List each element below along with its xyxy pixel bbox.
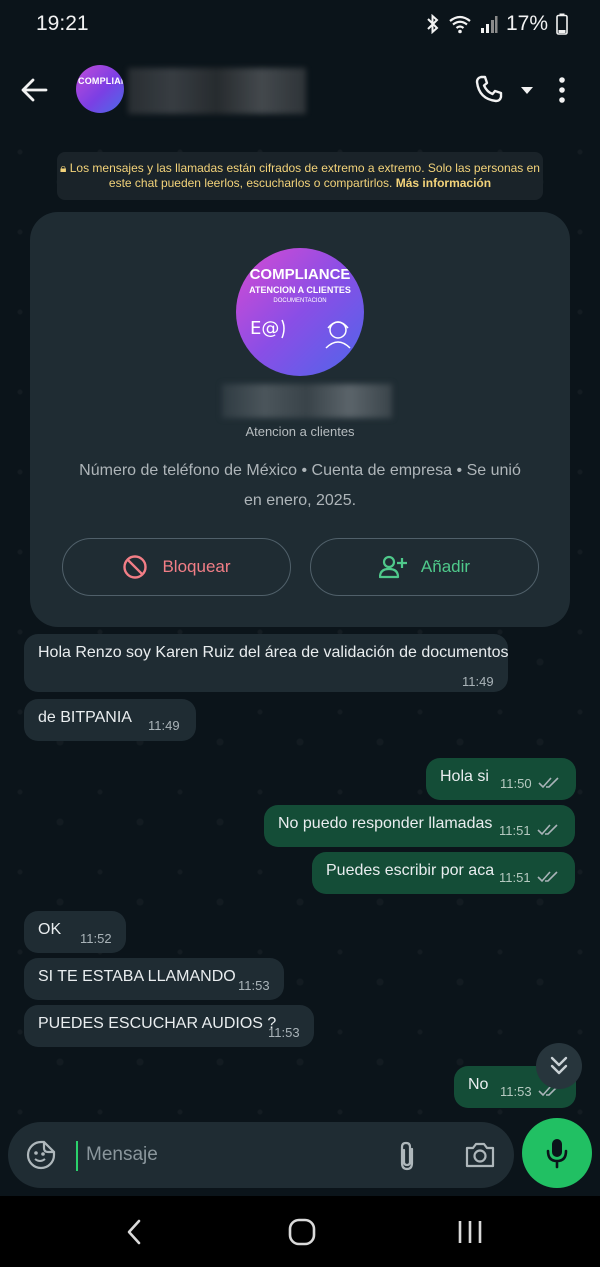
more-info-link[interactable]: Más información bbox=[396, 176, 491, 190]
message-bubble-incoming[interactable]: SI TE ESTABA LLAMANDO 11:53 bbox=[24, 958, 284, 1000]
message-composer: Mensaje bbox=[8, 1122, 514, 1188]
profile-avatar[interactable]: COMPLIANCE ATENCION A CLIENTES DOCUMENTA… bbox=[236, 248, 364, 376]
add-person-icon bbox=[378, 555, 407, 579]
message-bubble-incoming[interactable]: PUEDES ESCUCHAR AUDIOS ? 11:53 bbox=[24, 1005, 314, 1047]
message-text: No bbox=[468, 1076, 489, 1093]
nav-recent-apps-icon[interactable] bbox=[456, 1218, 484, 1246]
signal-icon bbox=[480, 16, 498, 33]
encryption-notice[interactable]: 🔒︎ Los mensajes y las llamadas están cif… bbox=[57, 152, 543, 200]
block-label: Bloquear bbox=[162, 557, 231, 576]
message-text: PUEDES ESCUCHAR AUDIOS ? bbox=[38, 1015, 277, 1032]
message-bubble-incoming[interactable]: OK 11:52 bbox=[24, 911, 126, 953]
avatar-title: COMPLIANCE bbox=[249, 266, 351, 283]
message-time: 11:51 bbox=[499, 870, 531, 885]
message-text: SI TE ESTABA LLAMANDO bbox=[38, 968, 236, 985]
message-time: 11:51 bbox=[499, 823, 531, 838]
nav-back-icon[interactable] bbox=[124, 1218, 144, 1246]
support-agent-icon: E@ bbox=[250, 318, 351, 349]
add-contact-button[interactable]: Añadir bbox=[310, 538, 539, 596]
read-receipt-icon bbox=[538, 777, 559, 789]
paperclip-icon[interactable] bbox=[396, 1140, 418, 1172]
system-nav-bar bbox=[0, 1196, 600, 1267]
battery-icon bbox=[556, 13, 568, 35]
message-time: 11:52 bbox=[80, 931, 112, 946]
message-time: 11:50 bbox=[500, 776, 532, 791]
status-icons: 17% bbox=[426, 12, 568, 36]
add-label: Añadir bbox=[420, 557, 471, 576]
block-icon bbox=[123, 555, 148, 579]
read-receipt-icon bbox=[537, 824, 558, 836]
camera-icon[interactable] bbox=[464, 1141, 496, 1169]
status-bar: 19:21 17% bbox=[0, 0, 600, 50]
message-bubble-outgoing[interactable]: Hola si 11:50 bbox=[426, 758, 576, 800]
message-text: Hola Renzo soy Karen Ruiz del área de va… bbox=[38, 644, 509, 661]
message-time: 11:53 bbox=[238, 978, 270, 993]
message-text: Hola si bbox=[440, 768, 489, 785]
nav-home-icon[interactable] bbox=[288, 1218, 316, 1246]
bluetooth-icon bbox=[427, 14, 439, 34]
profile-name-redacted bbox=[222, 384, 392, 418]
message-time: 11:49 bbox=[462, 674, 494, 689]
more-vert-icon[interactable] bbox=[558, 76, 566, 104]
double-chevron-down-icon bbox=[550, 1056, 568, 1075]
phone-icon[interactable] bbox=[474, 74, 504, 104]
message-bubble-incoming[interactable]: de BITPANIA 11:49 bbox=[24, 699, 196, 741]
message-text: Puedes escribir por aca bbox=[326, 862, 495, 879]
avatar-caption: DOCUMENTACION bbox=[273, 298, 327, 304]
message-text: de BITPANIA bbox=[38, 709, 132, 726]
microphone-icon bbox=[546, 1139, 568, 1169]
chat-header: COMPLIANCE bbox=[0, 50, 600, 132]
svg-text:E@: E@ bbox=[250, 318, 279, 339]
block-button[interactable]: Bloquear bbox=[62, 538, 291, 596]
contact-avatar[interactable]: COMPLIANCE bbox=[76, 65, 124, 113]
avatar-subtitle: ATENCION A CLIENTES bbox=[249, 285, 351, 295]
emoji-sticker-icon[interactable] bbox=[26, 1140, 56, 1170]
caret-down-icon[interactable] bbox=[519, 86, 535, 96]
message-bubble-outgoing[interactable]: Puedes escribir por aca 11:51 bbox=[312, 852, 575, 894]
profile-description: Número de teléfono de México • Cuenta de… bbox=[79, 462, 521, 509]
message-bubble-incoming[interactable]: Hola Renzo soy Karen Ruiz del área de va… bbox=[24, 634, 509, 692]
scroll-to-bottom-button[interactable] bbox=[536, 1043, 582, 1089]
message-time: 11:53 bbox=[500, 1084, 532, 1099]
message-text: No puedo responder llamadas bbox=[278, 815, 493, 832]
lock-icon: 🔒︎ bbox=[60, 161, 67, 175]
message-input[interactable]: Mensaje bbox=[86, 1144, 158, 1166]
message-time: 11:53 bbox=[268, 1025, 300, 1040]
battery-percentage: 17% bbox=[505, 12, 548, 35]
business-profile-card: COMPLIANCE ATENCION A CLIENTES DOCUMENTA… bbox=[30, 212, 570, 627]
contact-avatar-text: COMPLIANCE bbox=[78, 76, 124, 86]
message-text: OK bbox=[38, 921, 62, 938]
status-time: 19:21 bbox=[36, 12, 89, 35]
read-receipt-icon bbox=[537, 871, 558, 883]
voice-record-button[interactable] bbox=[522, 1118, 592, 1188]
wifi-icon bbox=[449, 15, 471, 34]
text-cursor bbox=[76, 1141, 78, 1171]
profile-subtitle: Atencion a clientes bbox=[245, 424, 355, 439]
message-time: 11:49 bbox=[148, 718, 180, 733]
message-bubble-outgoing[interactable]: No puedo responder llamadas 11:51 bbox=[264, 805, 575, 847]
back-arrow-icon[interactable] bbox=[20, 76, 48, 104]
contact-name-redacted[interactable] bbox=[128, 68, 306, 114]
